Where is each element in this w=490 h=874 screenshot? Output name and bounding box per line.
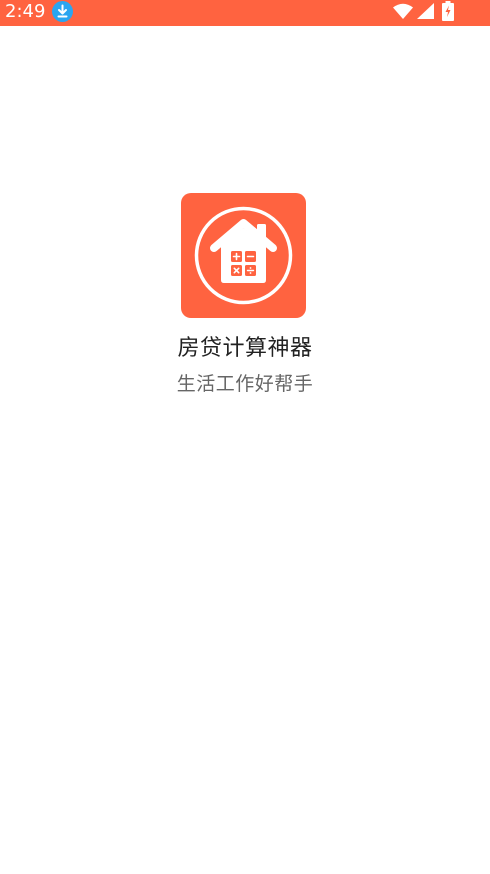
status-bar: 2:49 xyxy=(0,0,490,26)
battery-charging-icon xyxy=(442,1,454,21)
app-name: 房贷计算神器 xyxy=(177,336,313,361)
status-time: 2:49 xyxy=(5,1,46,22)
app-logo-icon xyxy=(181,193,306,318)
signal-icon xyxy=(417,3,434,19)
splash-screen: 2:49 房贷计算神器 生活工作好帮手 xyxy=(0,0,490,874)
wifi-icon xyxy=(393,3,413,19)
download-icon xyxy=(52,1,73,22)
app-slogan: 生活工作好帮手 xyxy=(176,373,314,395)
